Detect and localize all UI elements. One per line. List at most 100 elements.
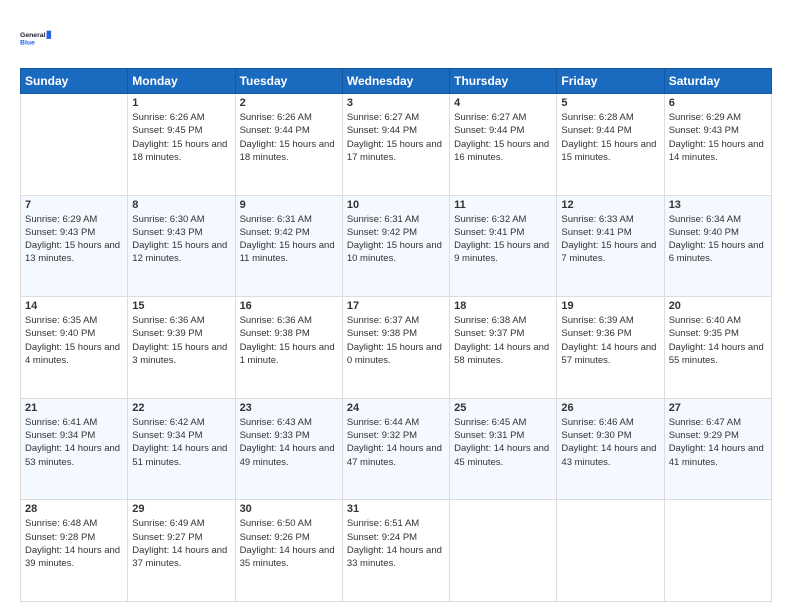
- sunset-text: Sunset: 9:39 PM: [132, 327, 230, 340]
- daylight-text: Daylight: 14 hours and 55 minutes.: [669, 341, 767, 368]
- sunrise-text: Sunrise: 6:47 AM: [669, 416, 767, 429]
- sunset-text: Sunset: 9:34 PM: [25, 429, 123, 442]
- sunrise-text: Sunrise: 6:33 AM: [561, 213, 659, 226]
- sunset-text: Sunset: 9:45 PM: [132, 124, 230, 137]
- sunrise-text: Sunrise: 6:31 AM: [347, 213, 445, 226]
- sunrise-text: Sunrise: 6:41 AM: [25, 416, 123, 429]
- daylight-text: Daylight: 15 hours and 11 minutes.: [240, 239, 338, 266]
- day-number: 5: [561, 97, 659, 109]
- calendar-day-cell: 1 Sunrise: 6:26 AM Sunset: 9:45 PM Dayli…: [128, 94, 235, 196]
- sunrise-text: Sunrise: 6:40 AM: [669, 314, 767, 327]
- daylight-text: Daylight: 15 hours and 7 minutes.: [561, 239, 659, 266]
- daylight-text: Daylight: 14 hours and 47 minutes.: [347, 442, 445, 469]
- day-number: 19: [561, 300, 659, 312]
- day-number: 22: [132, 402, 230, 414]
- day-number: 6: [669, 97, 767, 109]
- calendar-day-cell: 2 Sunrise: 6:26 AM Sunset: 9:44 PM Dayli…: [235, 94, 342, 196]
- sunset-text: Sunset: 9:38 PM: [347, 327, 445, 340]
- day-info: Sunrise: 6:50 AM Sunset: 9:26 PM Dayligh…: [240, 517, 338, 570]
- calendar-day-cell: 30 Sunrise: 6:50 AM Sunset: 9:26 PM Dayl…: [235, 500, 342, 602]
- sunrise-text: Sunrise: 6:26 AM: [132, 111, 230, 124]
- sunset-text: Sunset: 9:37 PM: [454, 327, 552, 340]
- daylight-text: Daylight: 14 hours and 41 minutes.: [669, 442, 767, 469]
- sunset-text: Sunset: 9:41 PM: [454, 226, 552, 239]
- day-number: 11: [454, 199, 552, 211]
- sunrise-text: Sunrise: 6:26 AM: [240, 111, 338, 124]
- day-info: Sunrise: 6:46 AM Sunset: 9:30 PM Dayligh…: [561, 416, 659, 469]
- sunrise-text: Sunrise: 6:46 AM: [561, 416, 659, 429]
- daylight-text: Daylight: 15 hours and 4 minutes.: [25, 341, 123, 368]
- day-number: 15: [132, 300, 230, 312]
- sunset-text: Sunset: 9:44 PM: [347, 124, 445, 137]
- day-info: Sunrise: 6:27 AM Sunset: 9:44 PM Dayligh…: [347, 111, 445, 164]
- day-info: Sunrise: 6:51 AM Sunset: 9:24 PM Dayligh…: [347, 517, 445, 570]
- sunrise-text: Sunrise: 6:49 AM: [132, 517, 230, 530]
- day-number: 26: [561, 402, 659, 414]
- day-info: Sunrise: 6:42 AM Sunset: 9:34 PM Dayligh…: [132, 416, 230, 469]
- daylight-text: Daylight: 14 hours and 39 minutes.: [25, 544, 123, 571]
- daylight-text: Daylight: 14 hours and 45 minutes.: [454, 442, 552, 469]
- calendar-day-cell: 9 Sunrise: 6:31 AM Sunset: 9:42 PM Dayli…: [235, 195, 342, 297]
- day-info: Sunrise: 6:29 AM Sunset: 9:43 PM Dayligh…: [25, 213, 123, 266]
- calendar-day-cell: 11 Sunrise: 6:32 AM Sunset: 9:41 PM Dayl…: [450, 195, 557, 297]
- calendar-week-row: 14 Sunrise: 6:35 AM Sunset: 9:40 PM Dayl…: [21, 297, 772, 399]
- calendar-day-cell: [557, 500, 664, 602]
- day-info: Sunrise: 6:36 AM Sunset: 9:38 PM Dayligh…: [240, 314, 338, 367]
- calendar-day-cell: 13 Sunrise: 6:34 AM Sunset: 9:40 PM Dayl…: [664, 195, 771, 297]
- day-number: 24: [347, 402, 445, 414]
- daylight-text: Daylight: 14 hours and 37 minutes.: [132, 544, 230, 571]
- day-number: 8: [132, 199, 230, 211]
- sunset-text: Sunset: 9:41 PM: [561, 226, 659, 239]
- day-number: 13: [669, 199, 767, 211]
- daylight-text: Daylight: 15 hours and 9 minutes.: [454, 239, 552, 266]
- weekday-header: Thursday: [450, 69, 557, 94]
- logo-icon: General Blue: [20, 20, 52, 56]
- sunset-text: Sunset: 9:40 PM: [669, 226, 767, 239]
- daylight-text: Daylight: 14 hours and 51 minutes.: [132, 442, 230, 469]
- day-info: Sunrise: 6:37 AM Sunset: 9:38 PM Dayligh…: [347, 314, 445, 367]
- sunrise-text: Sunrise: 6:34 AM: [669, 213, 767, 226]
- day-number: 2: [240, 97, 338, 109]
- daylight-text: Daylight: 15 hours and 18 minutes.: [240, 138, 338, 165]
- calendar-day-cell: 14 Sunrise: 6:35 AM Sunset: 9:40 PM Dayl…: [21, 297, 128, 399]
- day-info: Sunrise: 6:27 AM Sunset: 9:44 PM Dayligh…: [454, 111, 552, 164]
- sunset-text: Sunset: 9:29 PM: [669, 429, 767, 442]
- sunrise-text: Sunrise: 6:51 AM: [347, 517, 445, 530]
- calendar-week-row: 28 Sunrise: 6:48 AM Sunset: 9:28 PM Dayl…: [21, 500, 772, 602]
- calendar-day-cell: 26 Sunrise: 6:46 AM Sunset: 9:30 PM Dayl…: [557, 398, 664, 500]
- sunset-text: Sunset: 9:32 PM: [347, 429, 445, 442]
- day-number: 27: [669, 402, 767, 414]
- weekday-header: Friday: [557, 69, 664, 94]
- sunrise-text: Sunrise: 6:29 AM: [669, 111, 767, 124]
- daylight-text: Daylight: 15 hours and 14 minutes.: [669, 138, 767, 165]
- sunset-text: Sunset: 9:24 PM: [347, 531, 445, 544]
- day-info: Sunrise: 6:31 AM Sunset: 9:42 PM Dayligh…: [240, 213, 338, 266]
- sunset-text: Sunset: 9:34 PM: [132, 429, 230, 442]
- daylight-text: Daylight: 14 hours and 43 minutes.: [561, 442, 659, 469]
- sunrise-text: Sunrise: 6:43 AM: [240, 416, 338, 429]
- sunset-text: Sunset: 9:31 PM: [454, 429, 552, 442]
- calendar-day-cell: 22 Sunrise: 6:42 AM Sunset: 9:34 PM Dayl…: [128, 398, 235, 500]
- daylight-text: Daylight: 15 hours and 0 minutes.: [347, 341, 445, 368]
- day-info: Sunrise: 6:36 AM Sunset: 9:39 PM Dayligh…: [132, 314, 230, 367]
- sunset-text: Sunset: 9:44 PM: [454, 124, 552, 137]
- calendar-day-cell: 7 Sunrise: 6:29 AM Sunset: 9:43 PM Dayli…: [21, 195, 128, 297]
- sunset-text: Sunset: 9:28 PM: [25, 531, 123, 544]
- calendar-day-cell: 10 Sunrise: 6:31 AM Sunset: 9:42 PM Dayl…: [342, 195, 449, 297]
- sunset-text: Sunset: 9:36 PM: [561, 327, 659, 340]
- calendar-week-row: 21 Sunrise: 6:41 AM Sunset: 9:34 PM Dayl…: [21, 398, 772, 500]
- calendar-day-cell: 3 Sunrise: 6:27 AM Sunset: 9:44 PM Dayli…: [342, 94, 449, 196]
- daylight-text: Daylight: 14 hours and 53 minutes.: [25, 442, 123, 469]
- calendar-day-cell: 19 Sunrise: 6:39 AM Sunset: 9:36 PM Dayl…: [557, 297, 664, 399]
- sunset-text: Sunset: 9:38 PM: [240, 327, 338, 340]
- calendar-day-cell: 4 Sunrise: 6:27 AM Sunset: 9:44 PM Dayli…: [450, 94, 557, 196]
- sunrise-text: Sunrise: 6:29 AM: [25, 213, 123, 226]
- sunrise-text: Sunrise: 6:27 AM: [454, 111, 552, 124]
- day-info: Sunrise: 6:35 AM Sunset: 9:40 PM Dayligh…: [25, 314, 123, 367]
- day-number: 29: [132, 503, 230, 515]
- day-number: 12: [561, 199, 659, 211]
- sunrise-text: Sunrise: 6:37 AM: [347, 314, 445, 327]
- day-number: 21: [25, 402, 123, 414]
- sunset-text: Sunset: 9:44 PM: [240, 124, 338, 137]
- day-number: 25: [454, 402, 552, 414]
